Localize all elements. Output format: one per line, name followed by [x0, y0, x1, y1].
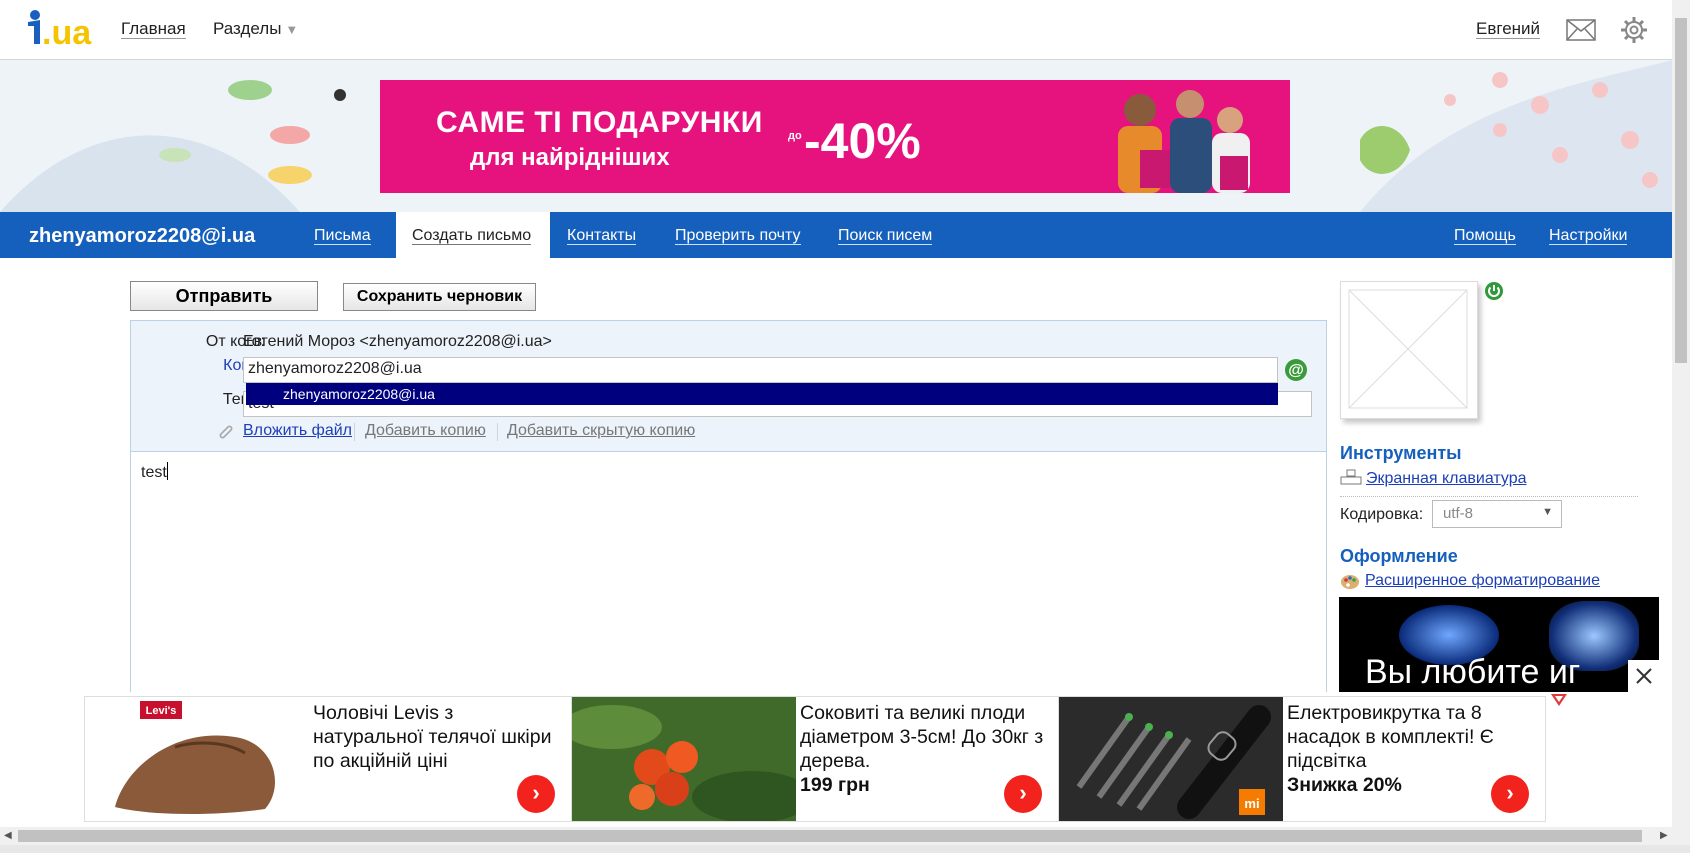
send-button[interactable]: Отправить — [130, 281, 318, 311]
sidebar-ad[interactable]: Вы любите иг — [1339, 597, 1659, 693]
ad-image-fruit — [572, 697, 796, 821]
nav-sections-label: Разделы — [213, 19, 282, 38]
ad-text: Електровикрутка та 8 насадок в комплекті… — [1287, 702, 1494, 772]
image-placeholder-icon — [1348, 289, 1468, 409]
header-banner: САМЕ ТІ ПОДАРУНКИ для найрідніших до -40… — [0, 60, 1672, 212]
account-email: zhenyamoroz2208@i.ua — [29, 225, 256, 247]
encoding-value: utf-8 — [1443, 505, 1474, 522]
promo-prefix: до — [788, 130, 802, 142]
nav-sections-menu[interactable]: Разделы ▼ — [213, 20, 298, 39]
ad-text: Соковиті та великі плоди діаметром 3-5см… — [800, 702, 1044, 772]
mi-logo-text: mi — [1244, 796, 1259, 811]
family-photo — [1118, 90, 1250, 193]
ad-image-shoe: Levi's — [85, 697, 309, 821]
tab-contacts[interactable]: Контакты — [567, 227, 637, 245]
sidebar-ad-text: Вы любите иг — [1365, 653, 1581, 691]
window-bottom-edge — [0, 845, 1690, 853]
power-icon[interactable] — [1484, 281, 1504, 301]
divider — [354, 423, 355, 441]
settings-link[interactable]: Настройки — [1549, 227, 1628, 245]
tab-check-mail[interactable]: Проверить почту — [675, 227, 801, 245]
design-heading: Оформление — [1340, 546, 1458, 566]
nav-home-link[interactable]: Главная — [121, 20, 186, 39]
tab-search-mail[interactable]: Поиск писем — [838, 227, 933, 245]
chevron-down-icon: ▼ — [285, 22, 299, 37]
chevron-down-icon: ▼ — [1542, 506, 1553, 518]
promo-line1: САМЕ ТІ ПОДАРУНКИ — [436, 106, 763, 139]
encoding-select[interactable]: utf-8 ▼ — [1432, 500, 1562, 528]
mail-icon[interactable] — [1566, 19, 1596, 41]
tools-heading: Инструменты — [1340, 443, 1462, 463]
paperclip-icon — [219, 425, 233, 439]
promo-discount: -40% — [804, 113, 921, 169]
save-draft-button[interactable]: Сохранить черновик — [343, 283, 536, 311]
close-ads-button[interactable] — [1628, 660, 1660, 692]
gear-icon[interactable] — [1620, 16, 1648, 44]
adchoices-icon[interactable] — [1550, 693, 1568, 707]
tab-compose[interactable]: Создать письмо — [396, 212, 550, 258]
tab-letters[interactable]: Письма — [314, 227, 371, 245]
avatar-placeholder[interactable] — [1340, 281, 1478, 419]
scroll-right-arrow-icon[interactable]: ▶ — [1660, 830, 1668, 841]
decorative-blossoms-right — [1360, 60, 1672, 212]
divider — [1340, 496, 1638, 497]
to-field[interactable]: zhenyamoroz2208@i.ua — [243, 357, 1278, 383]
svg-text:@: @ — [1288, 362, 1304, 379]
keyboard-icon — [1340, 469, 1362, 485]
horizontal-scroll-thumb[interactable] — [18, 830, 1642, 842]
close-icon — [1636, 668, 1652, 684]
message-body-editor[interactable]: test — [131, 451, 1326, 700]
levis-logo-text: Levi's — [146, 705, 177, 717]
advanced-formatting-link[interactable]: Расширенное форматирование — [1365, 572, 1600, 590]
add-bcc-link[interactable]: Добавить скрытую копию — [507, 422, 695, 440]
promo-line2: для найрідніших — [470, 144, 670, 171]
top-bar: .ua Главная Разделы ▼ Евгений — [0, 0, 1672, 60]
tab-compose-label: Создать письмо — [412, 227, 532, 245]
ad-image-screwdriver: mi — [1059, 697, 1283, 821]
ad-go-button[interactable]: › — [517, 775, 555, 813]
help-link[interactable]: Помощь — [1454, 227, 1516, 245]
encoding-label: Кодировка: — [1340, 506, 1424, 523]
text-caret — [166, 462, 168, 480]
ad-card[interactable]: mi Електровикрутка та 8 насадок в компле… — [1058, 696, 1546, 822]
bottom-ads-strip: Levi's Чоловічі Levis з натуральної теля… — [0, 692, 1672, 827]
ad-card[interactable]: Levi's Чоловічі Levis з натуральної теля… — [84, 696, 572, 822]
svg-text:.ua: .ua — [42, 14, 92, 52]
palette-icon — [1341, 575, 1359, 589]
ad-go-button[interactable]: › — [1491, 775, 1529, 813]
decorative-flowers-left — [0, 80, 346, 212]
virtual-keyboard-link[interactable]: Экранная клавиатура — [1366, 470, 1527, 488]
divider — [497, 423, 498, 441]
add-cc-link[interactable]: Добавить копию — [365, 422, 486, 440]
ad-card[interactable]: Соковиті та великі плоди діаметром 3-5см… — [571, 696, 1059, 822]
iua-logo[interactable]: .ua — [26, 8, 96, 52]
ad-text: Чоловічі Levis з натуральної телячої шкі… — [313, 702, 552, 772]
from-value: Евгений Мороз <zhenyamoroz2208@i.ua> — [243, 333, 552, 350]
vertical-scroll-thumb[interactable] — [1675, 18, 1687, 363]
scroll-left-arrow-icon[interactable]: ◀ — [4, 830, 12, 841]
attach-file-link[interactable]: Вложить файл — [243, 422, 352, 440]
autocomplete-suggestion[interactable]: zhenyamoroz2208@i.ua — [246, 383, 1278, 405]
promo-banner-ad[interactable]: САМЕ ТІ ПОДАРУНКИ для найрідніших до -40… — [380, 80, 1290, 193]
user-name-link[interactable]: Евгений — [1476, 20, 1541, 39]
address-book-icon[interactable]: @ — [1284, 358, 1308, 382]
message-body-text: test — [141, 464, 167, 481]
compose-form: От кого: Евгений Мороз <zhenyamoroz2208@… — [130, 320, 1327, 700]
mail-navigation: zhenyamoroz2208@i.ua Письма Создать пись… — [0, 212, 1672, 258]
ad-go-button[interactable]: › — [1004, 775, 1042, 813]
